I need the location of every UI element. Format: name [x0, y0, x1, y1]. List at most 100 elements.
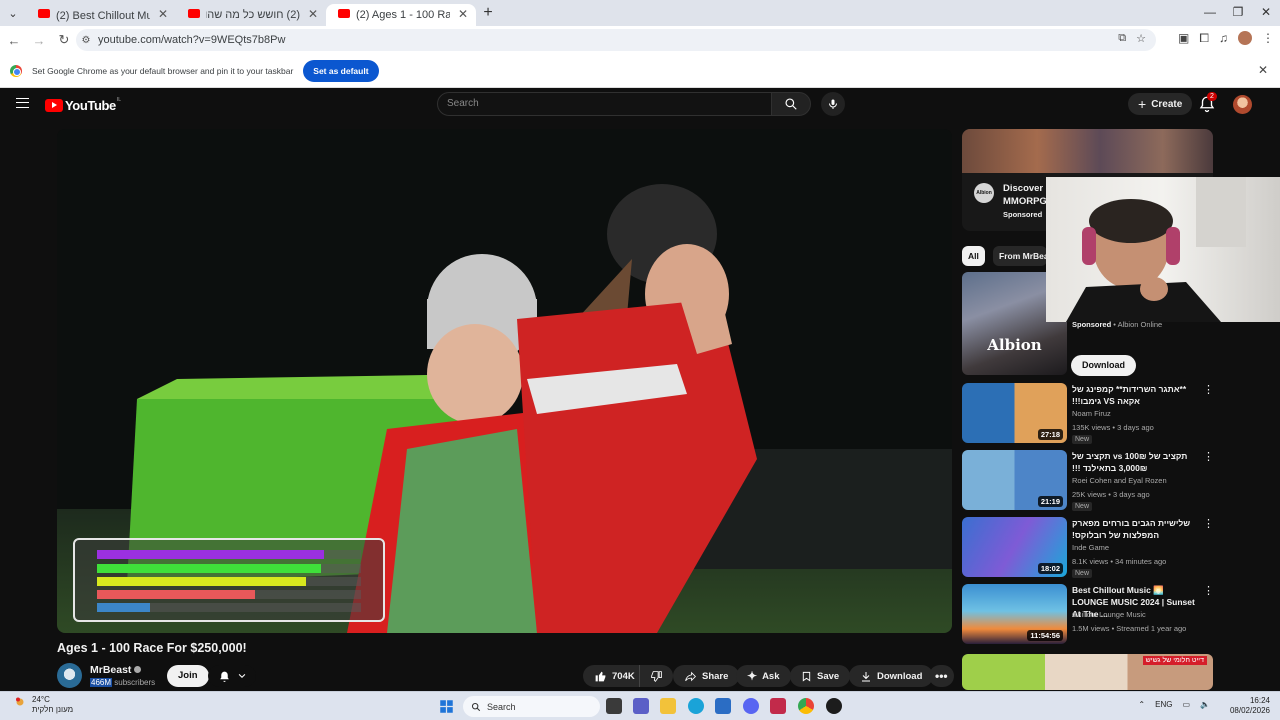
- file-explorer-icon[interactable]: [660, 698, 676, 714]
- weather-icon: [16, 697, 24, 706]
- like-count: 704K: [612, 670, 635, 682]
- join-button[interactable]: Join: [167, 665, 209, 687]
- media-control-icon[interactable]: ♫: [1219, 31, 1228, 46]
- volume-icon[interactable]: 🔈: [1200, 700, 1210, 709]
- network-icon[interactable]: ▭: [1182, 700, 1190, 709]
- recommendation-item[interactable]: 21:19 תקציב של 100₪ vs תקציב של 3,000₪ ב…: [962, 450, 1214, 512]
- video-meta: 135K views • 3 days ago: [1072, 423, 1154, 432]
- taskbar-clock[interactable]: 16:24 08/02/2026: [1230, 696, 1270, 716]
- tab-hebrew-video[interactable]: (2) חושש כל מה שהוא אומר לכ ✕: [176, 4, 326, 26]
- recommendation-item[interactable]: 11:54:56 Best Chillout Music 🌅 LOUNGE MU…: [962, 584, 1214, 646]
- thumbnail-caption: דייט חלומי של גשיש: [1142, 656, 1207, 665]
- obs-icon[interactable]: [826, 698, 842, 714]
- bookmark-star-icon[interactable]: ☆: [1136, 32, 1146, 45]
- share-button[interactable]: Share: [673, 665, 740, 687]
- store-icon[interactable]: [715, 698, 731, 714]
- create-label: Create: [1151, 98, 1183, 110]
- more-actions-button[interactable]: •••: [929, 665, 954, 687]
- edge-icon[interactable]: [688, 698, 704, 714]
- more-vertical-icon[interactable]: ⋮: [1203, 584, 1214, 597]
- language-indicator[interactable]: ENG: [1155, 700, 1172, 709]
- youtube-play-icon: [45, 99, 63, 112]
- channel-name: Chillout Lounge Music: [1072, 610, 1146, 619]
- task-view-icon[interactable]: [606, 698, 622, 714]
- restore-icon[interactable]: ❐: [1224, 0, 1252, 26]
- search-input[interactable]: [447, 98, 747, 109]
- profile-avatar-icon[interactable]: [1238, 31, 1252, 45]
- tray-chevron-icon[interactable]: ⌃: [1138, 700, 1145, 709]
- taskbar-search-box[interactable]: Search: [463, 696, 600, 717]
- plus-icon: +: [1138, 96, 1147, 112]
- menu-icon[interactable]: [16, 98, 29, 108]
- channel-name: Inde Game: [1072, 543, 1110, 552]
- recommendation-item[interactable]: 27:18 **אתגר השרידות** קמפינג של אקאה VS…: [962, 383, 1214, 445]
- create-button[interactable]: + Create: [1128, 93, 1193, 115]
- recommendation-item[interactable]: דייט חלומי של גשיש: [962, 654, 1213, 690]
- video-player[interactable]: [57, 129, 952, 633]
- forward-icon[interactable]: →: [28, 33, 50, 48]
- weather-widget[interactable]: 24°C מעונן חלקית: [32, 695, 73, 715]
- download-label: Download: [877, 670, 923, 682]
- logo-text: YouTube: [65, 98, 116, 113]
- channel-avatar[interactable]: [57, 663, 82, 688]
- youtube-logo[interactable]: YouTube IL: [45, 97, 121, 113]
- discord-icon[interactable]: [743, 698, 759, 714]
- video-thumbnail: 11:54:56: [962, 584, 1067, 644]
- duration-badge: 21:19: [1037, 496, 1063, 507]
- ask-button[interactable]: ✦ Ask: [736, 665, 791, 687]
- extensions-puzzle-icon[interactable]: ⧠: [1199, 31, 1209, 46]
- clock-time: 16:24: [1249, 696, 1270, 705]
- back-icon[interactable]: ←: [3, 33, 25, 48]
- subscriber-number: 466M: [90, 678, 113, 687]
- chrome-taskbar-icon[interactable]: [798, 698, 814, 714]
- youtube-favicon-icon: [338, 9, 350, 18]
- chip-all[interactable]: All: [962, 246, 985, 266]
- chip-from-mrbeast[interactable]: From MrBeast: [993, 246, 1047, 266]
- chrome-menu-icon[interactable]: ⋮: [1262, 31, 1274, 46]
- tab-close-icon[interactable]: ✕: [158, 7, 168, 21]
- more-vertical-icon[interactable]: ⋮: [1203, 383, 1214, 396]
- tab-title: (2) Best Chillout Music 🌅 LOU: [56, 9, 150, 22]
- windows-start-icon[interactable]: [439, 699, 454, 714]
- thumbs-down-icon: [651, 670, 662, 682]
- video-meta: 8.1K views • 34 minutes ago: [1072, 557, 1167, 566]
- tab-chillout[interactable]: (2) Best Chillout Music 🌅 LOU ✕: [26, 4, 176, 26]
- site-info-icon[interactable]: ⚙: [76, 35, 96, 46]
- video-thumbnail: 21:19: [962, 450, 1067, 510]
- save-label: Save: [817, 670, 840, 682]
- voice-search-button[interactable]: [821, 92, 845, 116]
- app-icon[interactable]: [770, 698, 786, 714]
- tab-search-icon[interactable]: ⌄: [0, 0, 26, 26]
- address-bar[interactable]: ⚙ youtube.com/watch?v=9WEQts7b8Pw ⧉ ☆: [76, 29, 1156, 51]
- more-vertical-icon[interactable]: ⋮: [1203, 517, 1214, 530]
- channel-name[interactable]: MrBeast: [90, 664, 142, 676]
- extension-icon[interactable]: ▣: [1178, 31, 1189, 46]
- like-button[interactable]: 704K: [583, 665, 643, 687]
- close-window-icon[interactable]: ✕: [1252, 0, 1280, 26]
- search-button[interactable]: [771, 92, 811, 116]
- recommendation-item[interactable]: 18:02 שלישיית הגבים בורחים מפארק המפלצות…: [962, 517, 1214, 579]
- account-avatar[interactable]: [1233, 95, 1252, 114]
- ad-logo: Albion: [974, 183, 994, 203]
- minimize-icon[interactable]: —: [1196, 0, 1224, 26]
- chevron-down-icon: [238, 673, 245, 678]
- tab-close-icon[interactable]: ✕: [308, 7, 318, 21]
- ad2-download-button[interactable]: Download: [1071, 355, 1136, 376]
- ask-label: Ask: [762, 670, 780, 682]
- more-vertical-icon[interactable]: ⋮: [1203, 450, 1214, 463]
- tab-ages-race[interactable]: (2) Ages 1 - 100 Race For $ ✕: [326, 4, 476, 26]
- set-as-default-button[interactable]: Set as default: [303, 59, 379, 82]
- infobar-close-icon[interactable]: ✕: [1258, 63, 1268, 77]
- new-badge: New: [1072, 502, 1093, 511]
- new-tab-icon[interactable]: +: [476, 4, 500, 22]
- tab-close-icon[interactable]: ✕: [458, 7, 468, 21]
- teams-icon[interactable]: [633, 698, 649, 714]
- download-button[interactable]: Download: [849, 665, 934, 687]
- install-app-icon[interactable]: ⧉: [1118, 32, 1126, 45]
- subscribe-bell-button[interactable]: [208, 665, 256, 687]
- reload-icon[interactable]: ↻: [53, 32, 75, 48]
- save-button[interactable]: Save: [790, 665, 851, 687]
- dislike-button[interactable]: [639, 665, 673, 687]
- progress-bar-fill: [97, 564, 322, 573]
- ad-sponsored-label: Sponsored: [1003, 210, 1043, 219]
